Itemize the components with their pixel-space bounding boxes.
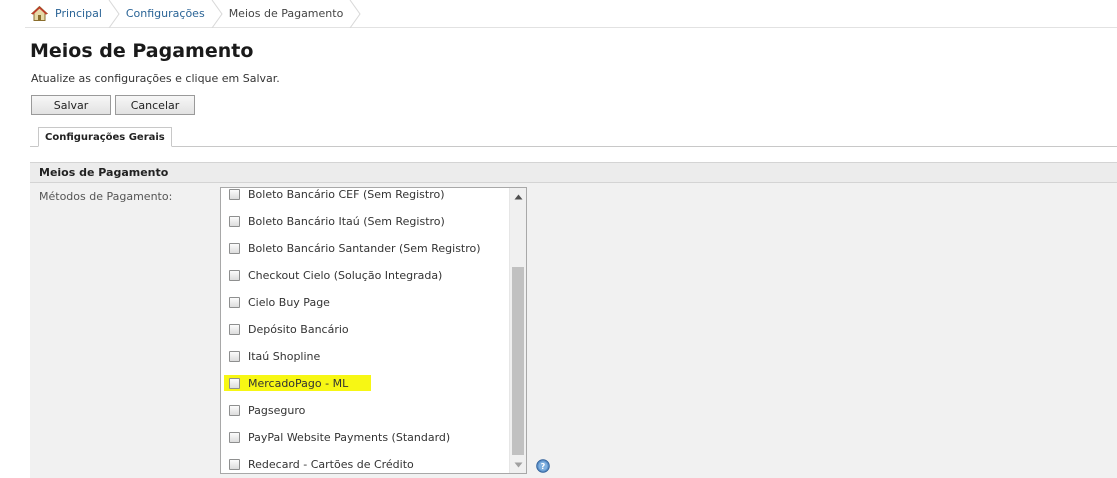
list-item-label: Checkout Cielo (Solução Integrada)	[248, 269, 443, 282]
section-header: Meios de Pagamento	[30, 163, 1117, 183]
breadcrumb-item-configuracoes[interactable]: Configurações	[120, 0, 223, 28]
payment-methods-label: Métodos de Pagamento:	[39, 190, 173, 203]
chevron-up-icon[interactable]	[510, 188, 526, 205]
checkbox[interactable]	[229, 297, 240, 308]
tab-bar	[30, 146, 1117, 147]
list-item[interactable]: Redecard - Cartões de Crédito	[221, 451, 509, 473]
tab-configuracoes-gerais[interactable]: Configurações Gerais	[38, 127, 172, 147]
checkbox[interactable]	[229, 270, 240, 281]
breadcrumb-item-principal[interactable]: Principal	[25, 0, 120, 28]
list-item[interactable]: Pagseguro	[221, 397, 509, 424]
list-item[interactable]: Cielo Buy Page	[221, 289, 509, 316]
page-subtitle: Atualize as configurações e clique em Sa…	[31, 72, 280, 85]
list-item[interactable]: Boleto Bancário CEF (Sem Registro)	[221, 188, 509, 208]
breadcrumb-separator	[108, 0, 120, 28]
list-item-label: Cielo Buy Page	[248, 296, 330, 309]
chevron-down-icon[interactable]	[510, 456, 526, 473]
checkbox[interactable]	[229, 351, 240, 362]
home-icon	[30, 5, 49, 22]
checkbox[interactable]	[229, 432, 240, 443]
scrollbar-thumb[interactable]	[512, 267, 524, 455]
list-item-label: Itaú Shopline	[248, 350, 321, 363]
help-icon[interactable]: ?	[536, 459, 550, 473]
cancel-button[interactable]: Cancelar	[115, 95, 195, 115]
checkbox[interactable]	[229, 459, 240, 470]
breadcrumb-label[interactable]: Configurações	[126, 7, 205, 20]
scrollbar[interactable]	[509, 188, 526, 473]
breadcrumb: Principal Configurações Meios de Pagamen…	[25, 0, 1117, 28]
breadcrumb-label: Meios de Pagamento	[228, 7, 344, 20]
list-item[interactable]: Itaú Shopline	[221, 343, 509, 370]
list-item-label: Boleto Bancário Santander (Sem Registro)	[248, 242, 481, 255]
list-item[interactable]: Boleto Bancário Santander (Sem Registro)	[221, 235, 509, 262]
list-item-label: Pagseguro	[248, 404, 306, 417]
breadcrumb-label[interactable]: Principal	[55, 7, 102, 20]
checkbox[interactable]	[229, 216, 240, 227]
section-title: Meios de Pagamento	[39, 166, 169, 179]
save-button[interactable]: Salvar	[31, 95, 111, 115]
svg-text:?: ?	[541, 462, 546, 471]
list-item-label: Redecard - Cartões de Crédito	[248, 458, 414, 471]
breadcrumb-separator	[211, 0, 223, 28]
list-item[interactable]: Boleto Bancário Itaú (Sem Registro)	[221, 208, 509, 235]
checkbox[interactable]	[229, 189, 240, 200]
payment-methods-items: Boleto Bancário CEF (Sem Registro) Bolet…	[221, 188, 509, 473]
list-item-label: Boleto Bancário CEF (Sem Registro)	[248, 188, 445, 201]
list-item[interactable]: Checkout Cielo (Solução Integrada)	[221, 262, 509, 289]
list-item[interactable]: PayPal Website Payments (Standard)	[221, 424, 509, 451]
page-title: Meios de Pagamento	[30, 40, 254, 62]
checkbox[interactable]	[229, 405, 240, 416]
breadcrumb-separator	[349, 0, 361, 28]
payment-methods-list[interactable]: Boleto Bancário CEF (Sem Registro) Bolet…	[220, 187, 527, 474]
list-item-label: PayPal Website Payments (Standard)	[248, 431, 451, 444]
list-item-label: Boleto Bancário Itaú (Sem Registro)	[248, 215, 445, 228]
checkbox[interactable]	[229, 378, 240, 389]
list-item-label: MercadoPago - ML	[248, 377, 349, 390]
list-item-mercadopago[interactable]: MercadoPago - ML	[221, 370, 509, 397]
list-item-label: Depósito Bancário	[248, 323, 349, 336]
checkbox[interactable]	[229, 324, 240, 335]
breadcrumb-item-current: Meios de Pagamento	[223, 0, 362, 28]
settings-panel: Meios de Pagamento Métodos de Pagamento:…	[30, 162, 1117, 478]
list-item[interactable]: Depósito Bancário	[221, 316, 509, 343]
checkbox[interactable]	[229, 243, 240, 254]
